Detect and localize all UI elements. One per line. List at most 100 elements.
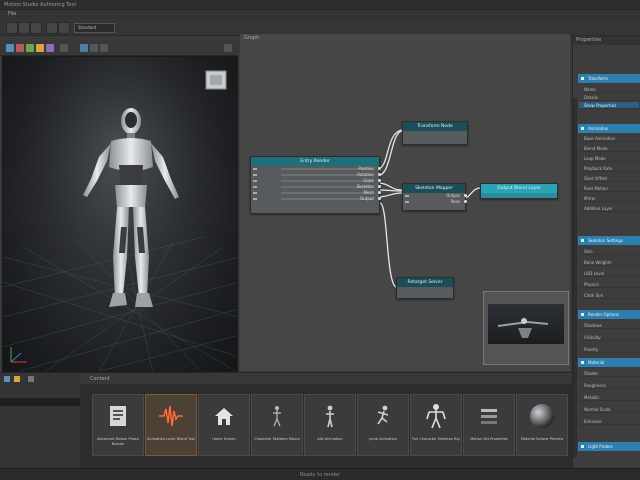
- camera-tool-icon[interactable]: [46, 44, 54, 52]
- section-light-probes[interactable]: Light Probes: [578, 442, 640, 451]
- viewport-scene: [3, 57, 237, 371]
- sphere-icon: [529, 403, 555, 429]
- content-tile[interactable]: Advanced Motion Phase Builder: [92, 394, 144, 456]
- pin-label: Position: [358, 166, 374, 171]
- content-tile[interactable]: Home Screen: [198, 394, 250, 456]
- prop-row[interactable]: Additive Layer: [579, 205, 639, 212]
- outliner-icon[interactable]: [4, 376, 10, 382]
- wireframe-icon[interactable]: [100, 44, 108, 52]
- output-pin[interactable]: [378, 197, 381, 200]
- outliner-scrollbar[interactable]: [0, 398, 80, 406]
- content-tile-label: Idle Animation: [317, 437, 343, 441]
- grid-toggle-icon[interactable]: [60, 44, 68, 52]
- prop-row[interactable]: Shadows: [579, 322, 639, 329]
- prop-row[interactable]: Bone Weights: [579, 259, 639, 266]
- properties-scrollbar[interactable]: [573, 98, 577, 458]
- section-animation[interactable]: Animation: [578, 124, 640, 133]
- save-button[interactable]: [30, 22, 42, 34]
- settings-icon[interactable]: [28, 376, 34, 382]
- node-entry[interactable]: Entry Render Position Rotation Scale Ske…: [250, 156, 381, 214]
- content-tile[interactable]: Animation Layer Blend Tool: [145, 394, 197, 456]
- move-tool-icon[interactable]: [16, 44, 24, 52]
- output-pin[interactable]: [464, 194, 467, 197]
- title-bar: Motion Studio Authoring Tool: [0, 0, 640, 10]
- viewport-options-icon[interactable]: [224, 44, 232, 52]
- section-render[interactable]: Render Options: [578, 310, 640, 319]
- output-pin[interactable]: [378, 173, 381, 176]
- open-file-button[interactable]: [18, 22, 30, 34]
- 3d-viewport[interactable]: [2, 56, 238, 372]
- scale-tool-icon[interactable]: [36, 44, 44, 52]
- node-retarget-solver-title: Retarget Solver: [397, 278, 453, 287]
- prop-row[interactable]: Start Offset: [579, 175, 639, 182]
- output-pin[interactable]: [378, 179, 381, 182]
- undo-button[interactable]: [46, 22, 58, 34]
- node-output-blend[interactable]: Output Blend Layer: [480, 183, 558, 199]
- node-skeleton-mapper-title: Skeleton Mapper: [403, 184, 465, 193]
- node-retarget-solver[interactable]: Retarget Solver: [396, 277, 454, 299]
- viewport-toolbar: [0, 40, 238, 56]
- content-tile[interactable]: Idle Animation: [304, 394, 356, 456]
- prop-row[interactable]: Details: [579, 94, 639, 101]
- new-file-button[interactable]: [6, 22, 18, 34]
- prop-row[interactable]: Normal Scale: [579, 406, 639, 413]
- menu-file[interactable]: File: [8, 11, 16, 17]
- menu-bar: File: [0, 10, 640, 19]
- prop-row[interactable]: Blend Mode: [579, 145, 639, 152]
- window-title: Motion Studio Authoring Tool: [4, 2, 76, 8]
- waveform-icon: [158, 403, 184, 429]
- pin-label: Mesh: [363, 190, 374, 195]
- layout-select[interactable]: Standard: [74, 23, 115, 33]
- preview-figure-icon: [497, 318, 549, 338]
- view-cube-icon[interactable]: [205, 70, 227, 90]
- prop-row[interactable]: Mirror: [579, 195, 639, 202]
- graph-tab[interactable]: Graph: [240, 34, 570, 43]
- node-transform[interactable]: Transform Node: [402, 121, 468, 145]
- prop-row[interactable]: Name: [579, 86, 639, 93]
- lighting-icon[interactable]: [90, 44, 98, 52]
- section-transform[interactable]: Transform: [578, 74, 640, 83]
- jump-figure-icon: [370, 403, 396, 429]
- prop-row[interactable]: Roughness: [579, 382, 639, 389]
- figure-icon: [317, 403, 343, 429]
- output-pin[interactable]: [378, 167, 381, 170]
- prop-row[interactable]: Show Properties: [579, 102, 639, 109]
- prop-row[interactable]: Visibility: [579, 334, 639, 341]
- prop-row[interactable]: Loop Mode: [579, 155, 639, 162]
- prop-row[interactable]: Physics: [579, 281, 639, 288]
- content-tile[interactable]: Jump Animation: [357, 394, 409, 456]
- output-pin[interactable]: [464, 200, 467, 203]
- content-tile[interactable]: Character Skeleton Mount: [251, 394, 303, 456]
- content-tile[interactable]: Full Character Skeleton Rig: [410, 394, 462, 456]
- shading-mode-icon[interactable]: [80, 44, 88, 52]
- filter-icon[interactable]: [14, 376, 20, 382]
- select-tool-icon[interactable]: [6, 44, 14, 52]
- prop-row[interactable]: LOD Level: [579, 270, 639, 277]
- content-tile-label: Advanced Motion Phase Builder: [97, 437, 139, 446]
- content-tile[interactable]: Motion Set Properties: [463, 394, 515, 456]
- output-pin[interactable]: [378, 185, 381, 188]
- content-tile-label: Motion Set Properties: [470, 437, 508, 441]
- content-tile[interactable]: Material Sphere Preview: [516, 394, 568, 456]
- properties-panel: Properties Transform Name Details Show P…: [572, 36, 640, 468]
- prop-row[interactable]: Emissive: [579, 418, 639, 425]
- prop-row[interactable]: Root Motion: [579, 185, 639, 192]
- redo-button[interactable]: [58, 22, 70, 34]
- prop-row[interactable]: Skin: [579, 248, 639, 255]
- skeleton-icon: [264, 403, 290, 429]
- section-skeleton[interactable]: Skeleton Settings: [578, 236, 640, 245]
- prop-row[interactable]: Shader: [579, 370, 639, 377]
- prop-row[interactable]: Cloth Sim: [579, 292, 639, 299]
- prop-row[interactable]: Playback Rate: [579, 165, 639, 172]
- content-tile-label: Full Character Skeleton Rig: [412, 437, 460, 441]
- status-text: Ready to render: [300, 472, 341, 478]
- prop-row[interactable]: Priority: [579, 346, 639, 353]
- prop-row[interactable]: Base Animation: [579, 135, 639, 142]
- section-material[interactable]: Material: [578, 358, 640, 367]
- output-pin[interactable]: [378, 191, 381, 194]
- node-skeleton-mapper[interactable]: Skeleton Mapper Output Pose: [402, 183, 467, 211]
- graph-preview-panel[interactable]: [483, 291, 569, 365]
- home-icon: [211, 403, 237, 429]
- rotate-tool-icon[interactable]: [26, 44, 34, 52]
- prop-row[interactable]: Metallic: [579, 394, 639, 401]
